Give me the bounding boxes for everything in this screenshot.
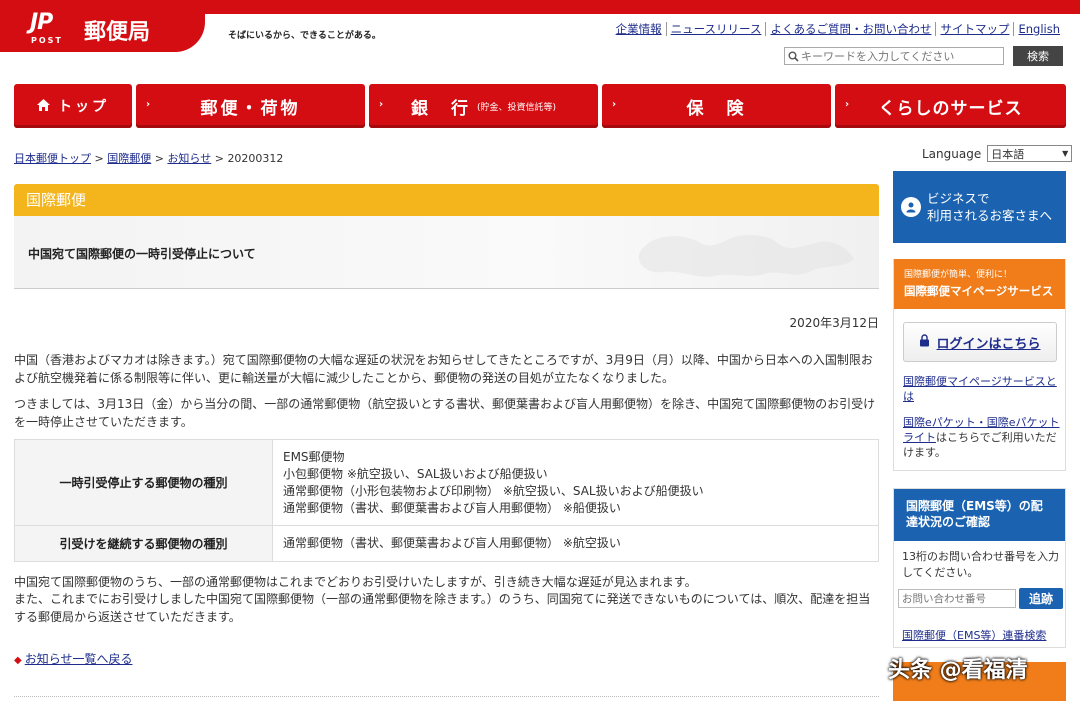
nav-bank-note: (貯金、投資信託等) (476, 102, 557, 113)
watermark: 头条 @看福清 (888, 658, 1028, 683)
table-row: 引受けを継続する郵便物の種別 通常郵便物（書状、郵便葉書および盲人用郵便物） ※… (14, 525, 879, 562)
link-news-release[interactable]: ニュースリリース (665, 22, 766, 36)
language-label: Language (922, 146, 982, 161)
back-to-news-link[interactable]: お知らせ一覧へ戻る (25, 652, 133, 666)
tracking-box: 国際郵便（EMS等）の配達状況のご確認 13桁のお問い合わせ番号を入力してくださ… (893, 488, 1066, 648)
chevron-right-icon: › (146, 99, 154, 110)
mypage-about-link[interactable]: 国際郵便マイページサービスとは (903, 375, 1057, 403)
nav-life-label: くらしのサービス (878, 98, 1023, 119)
breadcrumb-sep: > (214, 152, 224, 165)
row-head-continued: 引受けを継続する郵便物の種別 (14, 525, 273, 562)
breadcrumb-sep: > (154, 152, 164, 165)
nav-insurance[interactable]: › 保 険 (602, 84, 831, 128)
login-button[interactable]: ログインはこちら (903, 322, 1057, 362)
search-icon (785, 48, 801, 64)
breadcrumb-jp-top[interactable]: 日本郵便トップ (14, 152, 91, 165)
mypage-box: 国際郵便が簡単、便利に！ 国際郵便マイページサービス ログインはこちら 国際郵便… (893, 259, 1066, 471)
table-row: 一時引受停止する郵便物の種別 EMS郵便物 小包郵便物 ※航空扱い、SAL扱いお… (14, 439, 879, 526)
world-map-icon (638, 234, 854, 277)
home-icon (37, 96, 50, 116)
logo-name: 郵便局 (84, 20, 151, 45)
business-banner[interactable]: ビジネスで 利用されるお客さまへ (893, 171, 1066, 243)
section-header: 国際郵便 (14, 184, 879, 216)
language-selected: 日本語 (991, 147, 1025, 161)
lock-icon (919, 333, 930, 351)
paragraph-1: 中国（香港およびマカオは除きます。）宛て国際郵便物の大幅な遅延の状況をお知らせし… (14, 353, 873, 385)
language-select[interactable]: 日本語 ▼ (987, 145, 1073, 162)
logo[interactable]: JP POST 郵便局 (0, 0, 205, 52)
divider (14, 696, 879, 697)
mypage-about-row: 国際郵便マイページサービスとは (903, 374, 1063, 404)
row-body-continued: 通常郵便物（書状、郵便葉書および盲人用郵便物） ※航空扱い (272, 525, 879, 562)
list-item: 通常郵便物（小形包装物および印刷物） ※航空扱い、SAL扱いおよび船便扱い (283, 483, 704, 498)
breadcrumb-intl-mail[interactable]: 国際郵便 (107, 152, 151, 165)
logo-post: POST (31, 36, 63, 45)
paragraph-3: 中国宛て国際郵便物のうち、一部の通常郵便物はこれまでどおりお引受けいたしますが、… (14, 575, 697, 589)
track-button[interactable]: 追跡 (1019, 588, 1063, 609)
breadcrumb-news[interactable]: お知らせ (167, 152, 211, 165)
row-head-suspended: 一時引受停止する郵便物の種別 (14, 439, 273, 526)
title-area: 中国宛て国際郵便の一時引受停止について (14, 216, 879, 289)
language-switcher: Language 日本語 ▼ (922, 145, 1073, 162)
link-corporate-info[interactable]: 企業情報 (612, 22, 666, 36)
list-item: 小包郵便物 ※航空扱い、SAL扱いおよび船便扱い (283, 466, 548, 481)
paragraph-4: また、これまでにお引受けしました中国宛て国際郵便物（一部の通常郵便物を除きます。… (14, 592, 871, 624)
user-icon (901, 197, 921, 217)
nav-bank[interactable]: › 銀 行 (貯金、投資信託等) (369, 84, 598, 128)
serial-search-row: 国際郵便（EMS等）連番検索 (902, 627, 1046, 643)
mypage-title: 国際郵便マイページサービス (904, 284, 1054, 298)
breadcrumb-sep: > (94, 152, 104, 165)
main-content: 国際郵便 中国宛て国際郵便の一時引受停止について 2020年3月12日 中国（香… (14, 184, 879, 697)
link-english[interactable]: English (1013, 22, 1064, 36)
chevron-right-icon: › (845, 99, 851, 110)
logo-mark: JP (30, 10, 53, 35)
paragraph-2: つきましては、3月13日（金）から当分の間、一部の通常郵便物（航空扱いとする書状… (14, 397, 876, 429)
publish-date: 2020年3月12日 (789, 316, 879, 330)
chevron-right-icon: › (612, 99, 620, 110)
dropdown-arrow-icon: ▼ (1062, 149, 1069, 158)
list-item: EMS郵便物 (283, 449, 345, 464)
epacket-row: 国際eパケット・国際eパケットライトはこちらでご利用いただけます。 (903, 415, 1063, 460)
search-box (784, 47, 1004, 65)
breadcrumb: 日本郵便トップ > 国際郵便 > お知らせ > 20200312 (14, 150, 283, 166)
nav-home-label: トップ (58, 99, 109, 115)
nav-bank-label: 銀 行 (410, 98, 471, 119)
search-button[interactable]: 検索 (1013, 46, 1063, 66)
nav-mail[interactable]: › 郵便・荷物 (136, 84, 365, 128)
page-title: 中国宛て国際郵便の一時引受停止について (28, 247, 256, 261)
nav-mail-label: 郵便・荷物 (200, 98, 301, 119)
nav-life-services[interactable]: › くらしのサービス (835, 84, 1066, 128)
slogan: そばにいるから、できることがある。 (228, 31, 381, 41)
mypage-header[interactable]: 国際郵便が簡単、便利に！ 国際郵便マイページサービス (894, 259, 1065, 309)
mypage-tagline: 国際郵便が簡単、便利に！ (904, 270, 1013, 280)
row-body-suspended: EMS郵便物 小包郵便物 ※航空扱い、SAL扱いおよび船便扱い 通常郵便物（小形… (272, 439, 879, 526)
chevron-right-icon: › (379, 99, 387, 110)
nav-insurance-label: 保 険 (686, 98, 747, 119)
mail-kinds-table: 一時引受停止する郵便物の種別 EMS郵便物 小包郵便物 ※航空扱い、SAL扱いお… (14, 439, 879, 562)
list-item: 通常郵便物（書状、郵便葉書および盲人用郵便物） ※航空扱い (283, 536, 621, 550)
link-sitemap[interactable]: サイトマップ (935, 22, 1013, 36)
link-faq[interactable]: よくあるご質問・お問い合わせ (765, 22, 935, 36)
login-label: ログインはこちら (936, 336, 1041, 352)
search-input[interactable] (801, 49, 1003, 63)
nav-home[interactable]: トップ (14, 84, 132, 128)
tracking-desc: 13桁のお問い合わせ番号を入力してください。 (902, 550, 1059, 579)
tracking-title: 国際郵便（EMS等）の配達状況のご確認 (894, 489, 1065, 541)
breadcrumb-current: 20200312 (227, 152, 284, 165)
utility-links: 企業情報 ニュースリリース よくあるご質問・お問い合わせ サイトマップ Engl… (612, 22, 1064, 36)
tracking-number-input[interactable] (898, 589, 1016, 608)
serial-search-link[interactable]: 国際郵便（EMS等）連番検索 (902, 629, 1046, 642)
back-link-row: ◆ お知らせ一覧へ戻る (14, 650, 132, 667)
arrow-left-icon: ◆ (14, 655, 22, 666)
business-banner-label: ビジネスで 利用されるお客さまへ (927, 191, 1053, 223)
list-item: 通常郵便物（書状、郵便葉書および盲人用郵便物） ※船便扱い (283, 500, 621, 515)
